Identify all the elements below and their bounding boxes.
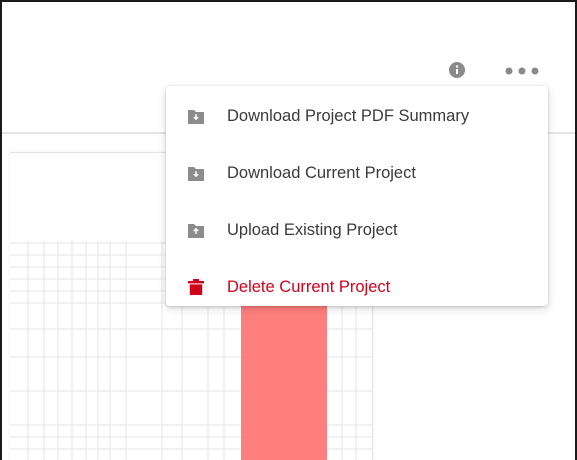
menu-item-download-current-project[interactable]: Download Current Project (166, 145, 548, 202)
download-icon (188, 167, 204, 181)
project-actions-menu: Download Project PDF Summary Download Cu… (166, 86, 548, 306)
menu-item-download-pdf-summary[interactable]: Download Project PDF Summary (166, 88, 548, 145)
info-icon[interactable] (449, 62, 465, 78)
menu-item-label: Delete Current Project (227, 278, 391, 296)
download-icon (188, 110, 204, 124)
menu-item-upload-existing-project[interactable]: Upload Existing Project (166, 202, 548, 259)
menu-item-delete-current-project[interactable]: Delete Current Project (166, 259, 548, 316)
upload-icon (188, 224, 204, 238)
more-icon[interactable] (504, 66, 544, 76)
app-window: Download Project PDF Summary Download Cu… (0, 0, 577, 460)
menu-item-label: Download Current Project (227, 164, 416, 182)
menu-item-label: Upload Existing Project (227, 221, 398, 239)
red-bar-shape (241, 293, 327, 460)
menu-item-label: Download Project PDF Summary (227, 107, 470, 125)
trash-icon (188, 279, 204, 295)
